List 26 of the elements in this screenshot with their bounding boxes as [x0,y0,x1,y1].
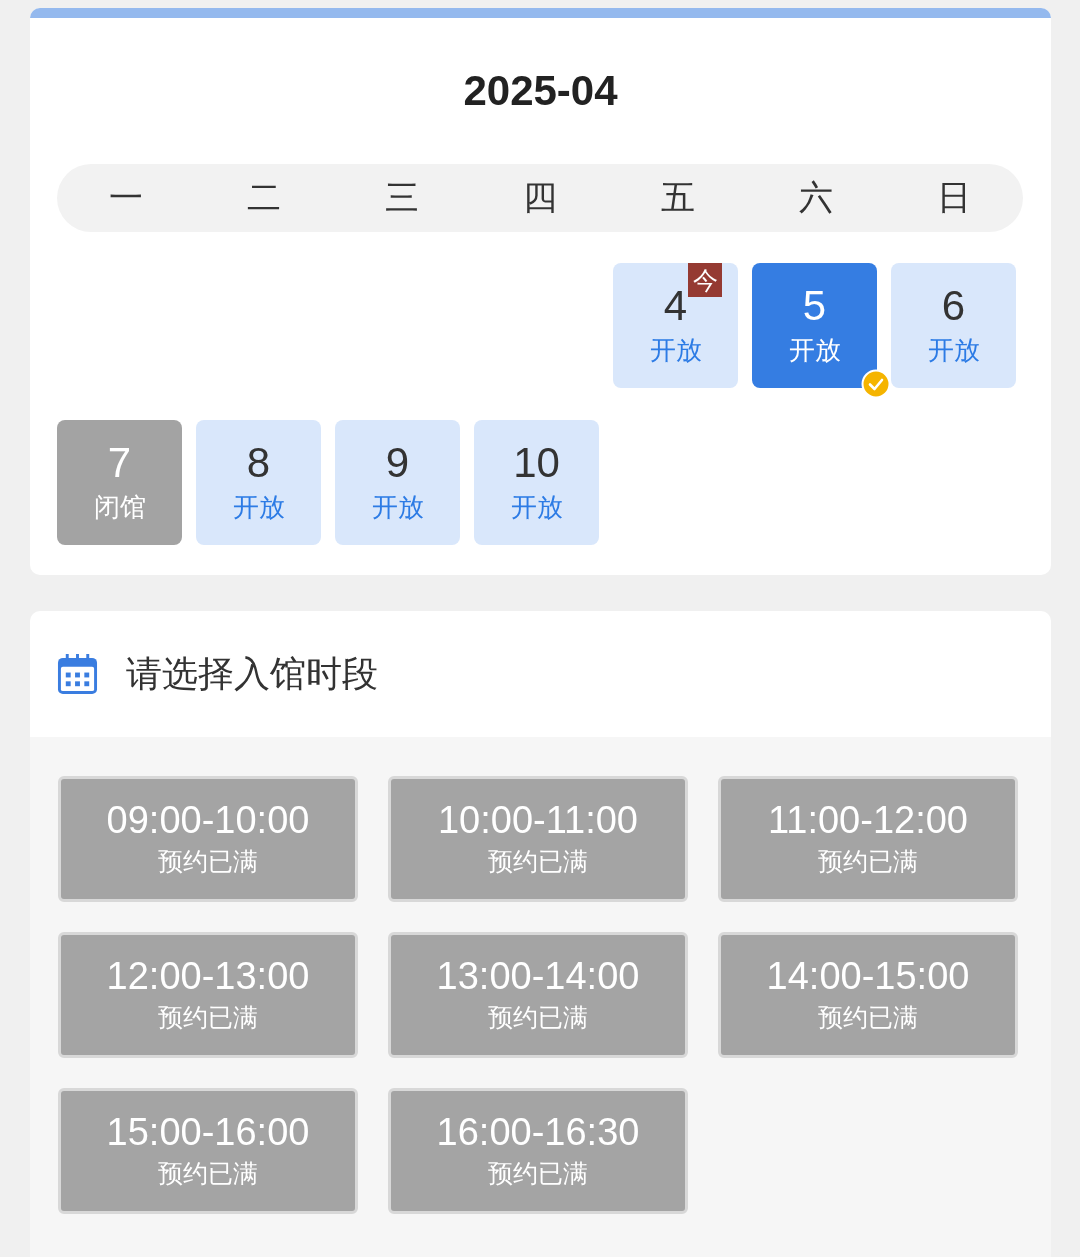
weekday-label: 四 [522,176,558,219]
month-title: 2025-04 [462,70,619,112]
weekday-label: 一 [108,176,144,219]
time-slot[interactable]: 14:00-15:00 预约已满 [718,932,1018,1058]
section-title: 请选择入馆时段 [126,651,378,696]
weekday-label: 六 [798,176,834,219]
time-slot[interactable]: 16:00-16:30 预约已满 [388,1088,688,1214]
check-icon [861,369,891,399]
day-cell[interactable]: 8 开放 [196,420,321,545]
weekday-label: 三 [384,176,420,219]
time-slot[interactable]: 15:00-16:00 预约已满 [58,1088,358,1214]
day-cell[interactable]: 9 开放 [335,420,460,545]
time-slot[interactable]: 12:00-13:00 预约已满 [58,932,358,1058]
today-badge: 今 [688,263,722,297]
weekday-label: 二 [246,176,282,219]
calendar-icon [57,653,98,695]
time-slot[interactable]: 10:00-11:00 预约已满 [388,776,688,902]
time-slot[interactable]: 11:00-12:00 预约已满 [718,776,1018,902]
weekday-label: 日 [936,176,972,219]
day-cell[interactable]: 6 开放 [891,263,1016,388]
day-cell[interactable]: 10 开放 [474,420,599,545]
weekday-label: 五 [660,176,696,219]
time-slot[interactable]: 13:00-14:00 预约已满 [388,932,688,1058]
time-slot[interactable]: 09:00-10:00 预约已满 [58,776,358,902]
day-cell[interactable]: 5 开放 [752,263,877,388]
day-cell[interactable]: 7 闭馆 [57,420,182,545]
